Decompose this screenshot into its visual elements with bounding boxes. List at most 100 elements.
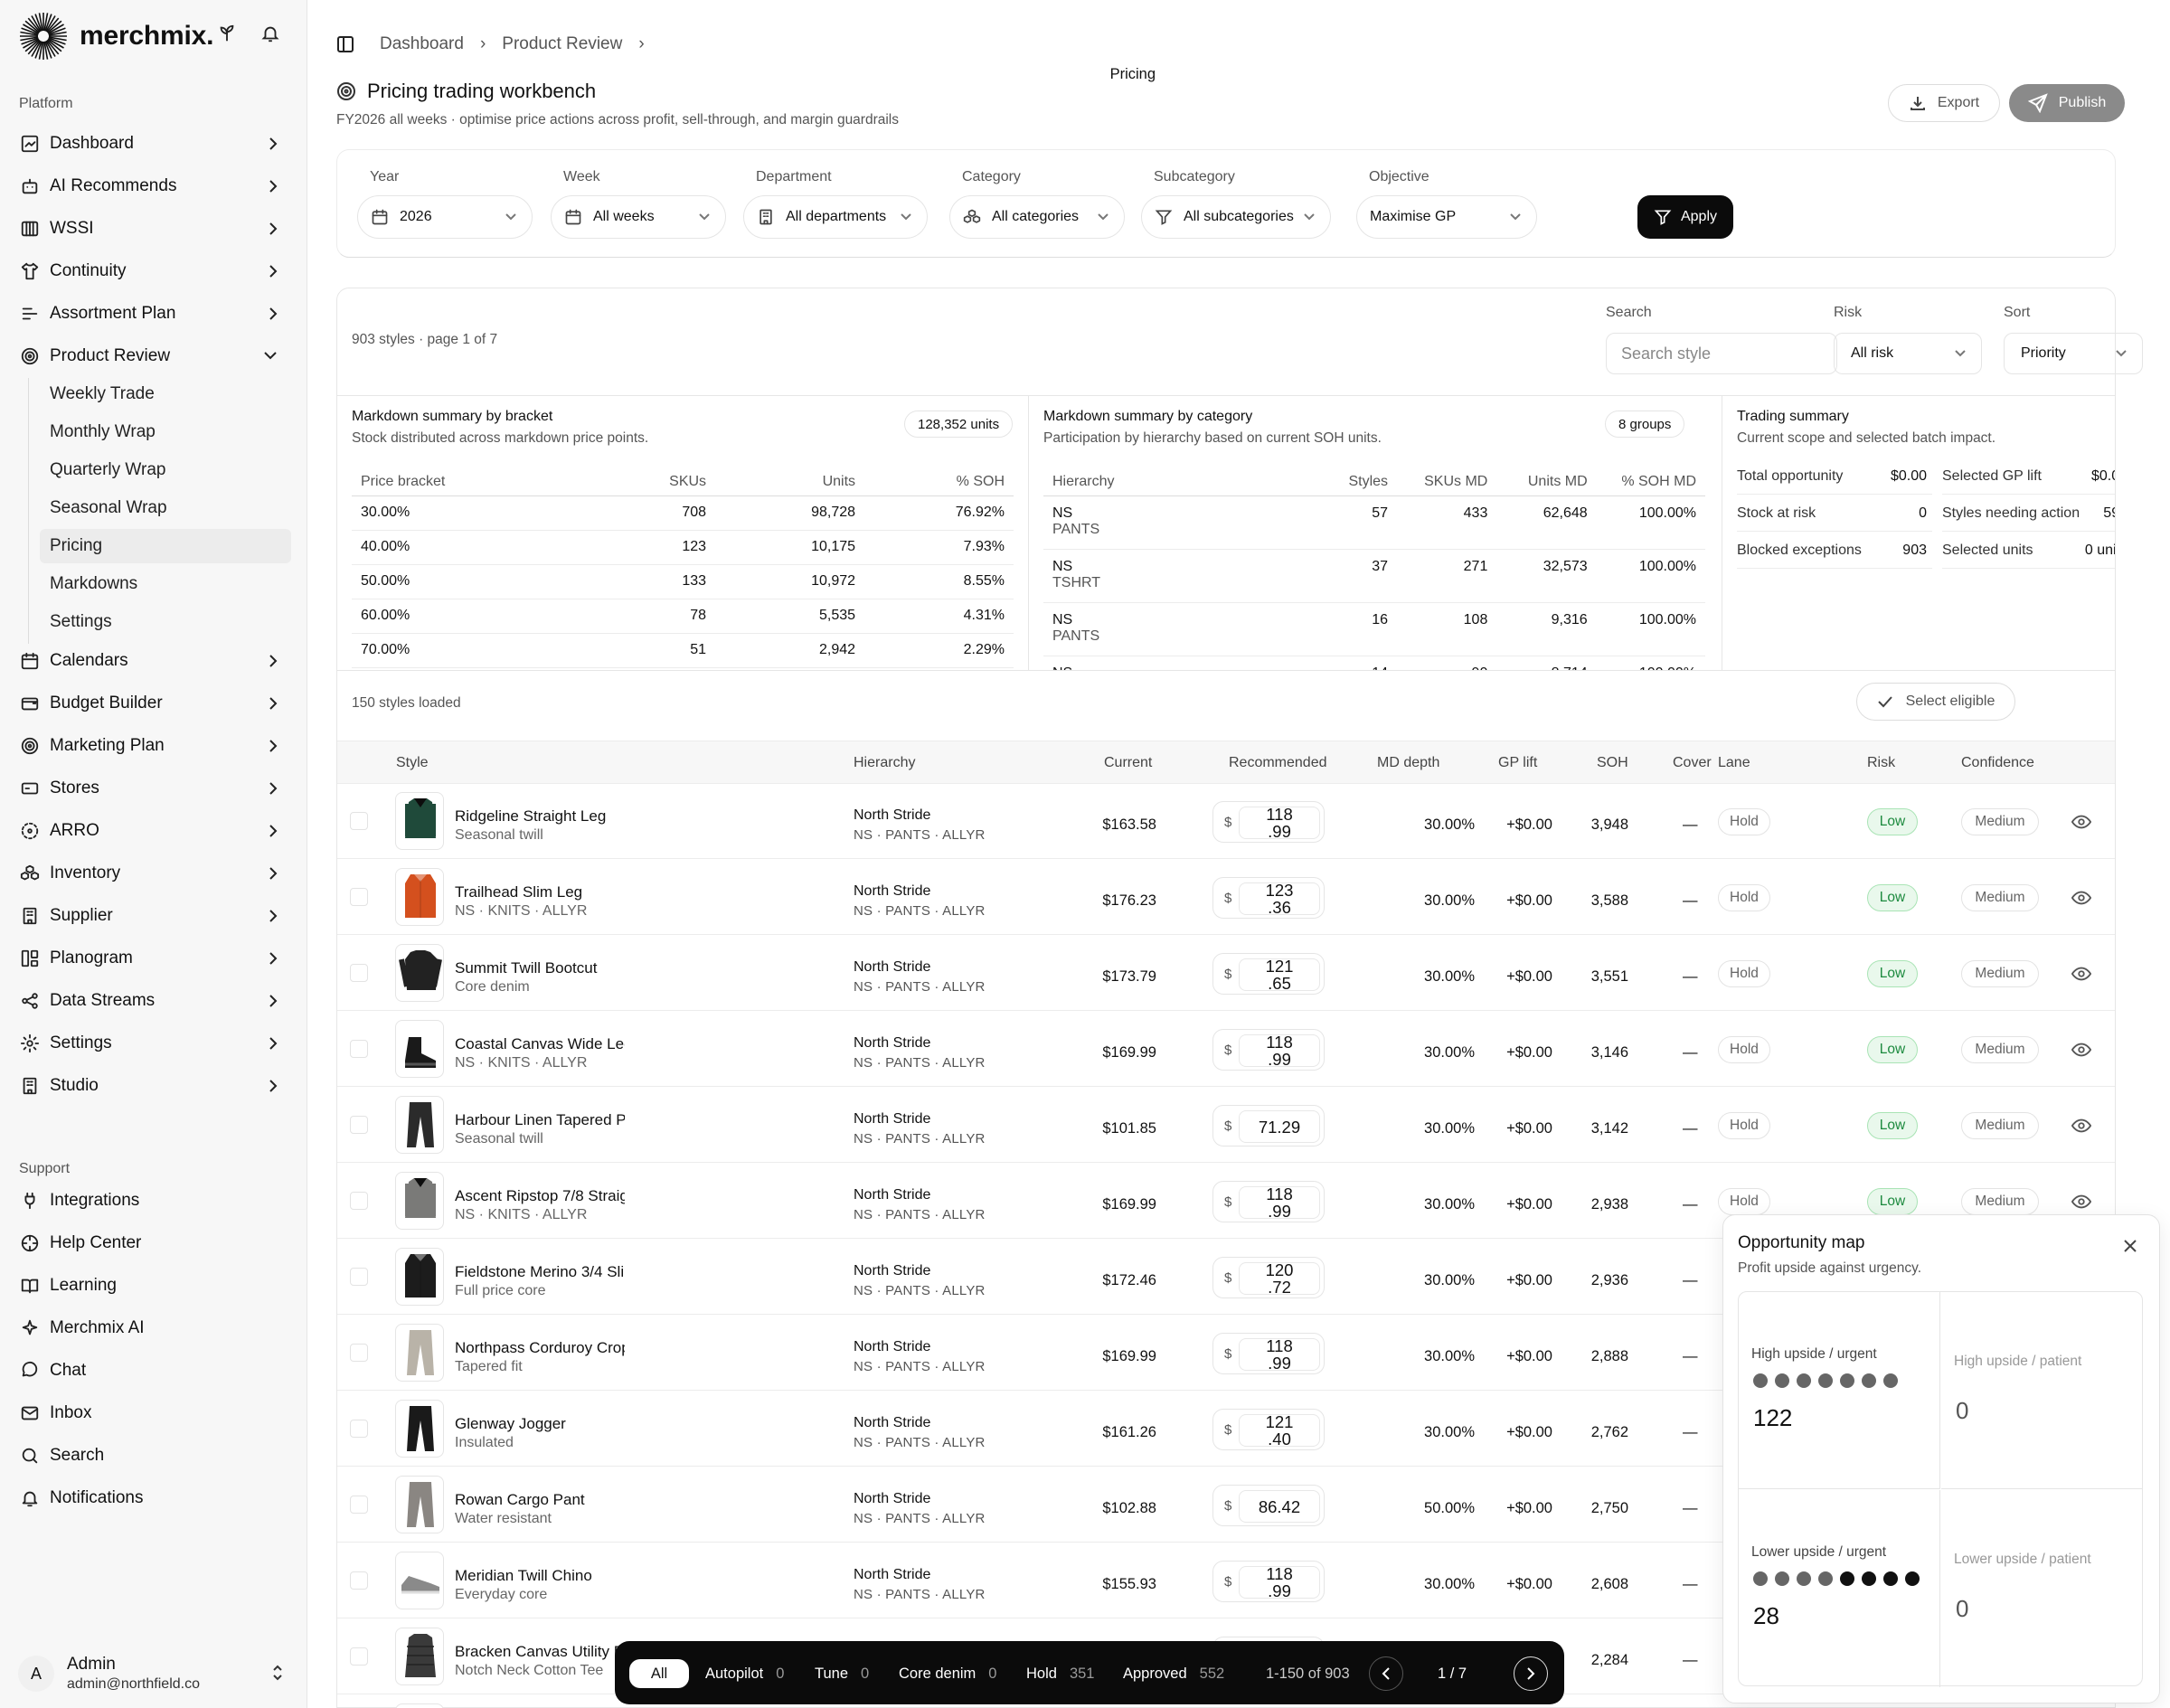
- recommended-price-input[interactable]: 86.42: [1239, 1490, 1320, 1523]
- recommended-price-input[interactable]: 118 .99: [1239, 1033, 1320, 1068]
- recommended-price-input[interactable]: 118 .99: [1239, 806, 1320, 840]
- sidebar-item-calendars[interactable]: Calendars: [19, 643, 290, 679]
- col-current[interactable]: Current: [1104, 755, 1152, 771]
- sidebar-item-inventory[interactable]: Inventory: [19, 855, 290, 892]
- brand-logo[interactable]: merchmix.: [18, 11, 213, 61]
- row-checkbox[interactable]: [350, 812, 368, 830]
- col-md-depth[interactable]: MD depth: [1377, 755, 1439, 771]
- breadcrumb-dashboard[interactable]: Dashboard: [380, 34, 464, 54]
- row-checkbox[interactable]: [350, 1192, 368, 1210]
- eye-icon[interactable]: [2071, 1193, 2091, 1211]
- style-name[interactable]: Meridian Twill Chino: [455, 1567, 625, 1585]
- sidebar-item-assortment-plan[interactable]: Assortment Plan: [19, 296, 290, 332]
- row-checkbox[interactable]: [350, 1496, 368, 1514]
- col-lane[interactable]: Lane: [1718, 755, 1750, 771]
- sidebar-item-ai-recommends[interactable]: AI Recommends: [19, 168, 290, 204]
- style-name[interactable]: Ridgeline Straight Leg: [455, 807, 625, 826]
- style-name[interactable]: Northpass Corduroy Cropped: [455, 1339, 625, 1357]
- recommended-price-input[interactable]: 118 .99: [1239, 1565, 1320, 1599]
- sidebar-toggle-icon[interactable]: [336, 35, 354, 53]
- support-item-notifications[interactable]: Notifications: [19, 1480, 290, 1516]
- lane-tab-all[interactable]: All: [629, 1659, 689, 1688]
- recommended-price-input[interactable]: 123 .36: [1239, 882, 1320, 916]
- sidebar-item-wssi[interactable]: WSSI: [19, 211, 290, 247]
- subcategory-select[interactable]: All subcategories: [1141, 195, 1331, 239]
- publish-button[interactable]: Publish: [2009, 84, 2125, 122]
- recommended-price-input[interactable]: 118 .99: [1239, 1337, 1320, 1372]
- row-checkbox[interactable]: [350, 1268, 368, 1286]
- opportunity-quadrant[interactable]: High upside / patient 0: [1941, 1292, 2143, 1489]
- support-item-search[interactable]: Search: [19, 1438, 290, 1474]
- eye-icon[interactable]: [2071, 965, 2091, 983]
- eye-icon[interactable]: [2071, 813, 2091, 831]
- support-item-inbox[interactable]: Inbox: [19, 1395, 290, 1431]
- search-input[interactable]: Search style: [1606, 333, 1837, 374]
- sidebar-item-marketing-plan[interactable]: Marketing Plan: [19, 728, 290, 764]
- support-item-integrations[interactable]: Integrations: [19, 1183, 290, 1219]
- sidebar-item-planogram[interactable]: Planogram: [19, 940, 290, 977]
- sprout-icon[interactable]: [217, 24, 237, 43]
- week-select[interactable]: All weeks: [551, 195, 726, 239]
- bell-icon[interactable]: [260, 24, 280, 43]
- recommended-price-input[interactable]: 118 .99: [1239, 1185, 1320, 1220]
- recommended-price-input[interactable]: 121 .40: [1239, 1413, 1320, 1448]
- support-item-learning[interactable]: Learning: [19, 1268, 290, 1304]
- eye-icon[interactable]: [2071, 1041, 2091, 1059]
- sidebar-subitem-quarterly-wrap[interactable]: Quarterly Wrap: [48, 453, 299, 487]
- sidebar-item-continuity[interactable]: Continuity: [19, 253, 290, 289]
- lane-tab-core-denim[interactable]: Core denim 0: [899, 1659, 996, 1688]
- col-style[interactable]: Style: [396, 755, 429, 771]
- eye-icon[interactable]: [2071, 889, 2091, 907]
- sidebar-subitem-weekly-trade[interactable]: Weekly Trade: [48, 377, 299, 411]
- lane-tab-hold[interactable]: Hold 351: [1026, 1659, 1094, 1688]
- select-eligible-button[interactable]: Select eligible: [1856, 683, 2015, 721]
- style-name[interactable]: Fieldstone Merino 3/4 Sli: [455, 1263, 625, 1281]
- recommended-price-input[interactable]: 71.29: [1239, 1110, 1320, 1143]
- lane-badge[interactable]: Hold: [1718, 884, 1770, 911]
- risk-select[interactable]: All risk: [1834, 333, 1982, 374]
- opportunity-quadrant[interactable]: Lower upside / patient 0: [1941, 1490, 2143, 1687]
- lane-tab-autopilot[interactable]: Autopilot 0: [705, 1659, 784, 1688]
- col-recommended[interactable]: Recommended: [1229, 755, 1327, 771]
- opportunity-quadrant[interactable]: High upside / urgent 122: [1739, 1292, 1940, 1489]
- table-row[interactable]: Harbour Linen Tapered Pan Seasonal twill N…: [337, 1089, 2115, 1163]
- row-checkbox[interactable]: [350, 888, 368, 906]
- table-row[interactable]: Trailhead Slim Leg NS · KNITS · ALLYR Nort…: [337, 861, 2115, 935]
- sidebar-item-stores[interactable]: Stores: [19, 770, 290, 807]
- lane-tab-approved[interactable]: Approved 552: [1123, 1659, 1224, 1688]
- sidebar-item-supplier[interactable]: Supplier: [19, 898, 290, 934]
- sidebar-subitem-seasonal-wrap[interactable]: Seasonal Wrap: [48, 491, 299, 525]
- row-checkbox[interactable]: [350, 1116, 368, 1134]
- table-row[interactable]: Ridgeline Straight Leg Seasonal twill Nort…: [337, 785, 2115, 859]
- sort-select[interactable]: Priority: [2004, 333, 2143, 374]
- col-risk[interactable]: Risk: [1867, 755, 1895, 771]
- prev-page-button[interactable]: [1369, 1656, 1403, 1691]
- row-checkbox[interactable]: [350, 1040, 368, 1058]
- export-button[interactable]: Export: [1888, 84, 2000, 122]
- col-hierarchy[interactable]: Hierarchy: [854, 755, 915, 771]
- breadcrumb-product-review[interactable]: Product Review: [502, 34, 622, 54]
- lane-badge[interactable]: Hold: [1718, 1112, 1770, 1139]
- sidebar-item-budget-builder[interactable]: Budget Builder: [19, 685, 290, 722]
- style-name[interactable]: Trailhead Slim Leg: [455, 883, 625, 901]
- style-name[interactable]: Glenway Jogger: [455, 1415, 625, 1433]
- style-name[interactable]: Summit Twill Bootcut: [455, 959, 625, 977]
- style-name[interactable]: Bracken Canvas Utility F: [455, 1643, 625, 1661]
- row-checkbox[interactable]: [350, 964, 368, 982]
- table-row[interactable]: Summit Twill Bootcut Core denim North Stri…: [337, 937, 2115, 1011]
- lane-badge[interactable]: Hold: [1718, 808, 1770, 835]
- recommended-price-input[interactable]: 121 .65: [1239, 958, 1320, 992]
- eye-icon[interactable]: [2071, 1117, 2091, 1135]
- user-menu[interactable]: A Admin admin@northfield.co: [18, 1655, 282, 1693]
- sidebar-subitem-settings[interactable]: Settings: [48, 605, 299, 639]
- style-name[interactable]: Coastal Canvas Wide Leg: [455, 1035, 625, 1053]
- style-name[interactable]: Harbour Linen Tapered Pan: [455, 1111, 625, 1129]
- sidebar-item-dashboard[interactable]: Dashboard: [19, 126, 290, 162]
- col-cover[interactable]: Cover: [1673, 755, 1712, 771]
- col-confidence[interactable]: Confidence: [1961, 755, 2034, 771]
- row-checkbox[interactable]: [350, 1571, 368, 1590]
- sidebar-subitem-pricing[interactable]: Pricing: [40, 529, 291, 563]
- lane-tab-tune[interactable]: Tune 0: [815, 1659, 869, 1688]
- col-gp-lift[interactable]: GP lift: [1498, 755, 1537, 771]
- table-row[interactable]: Coastal Canvas Wide Leg NS · KNITS · ALLY…: [337, 1013, 2115, 1087]
